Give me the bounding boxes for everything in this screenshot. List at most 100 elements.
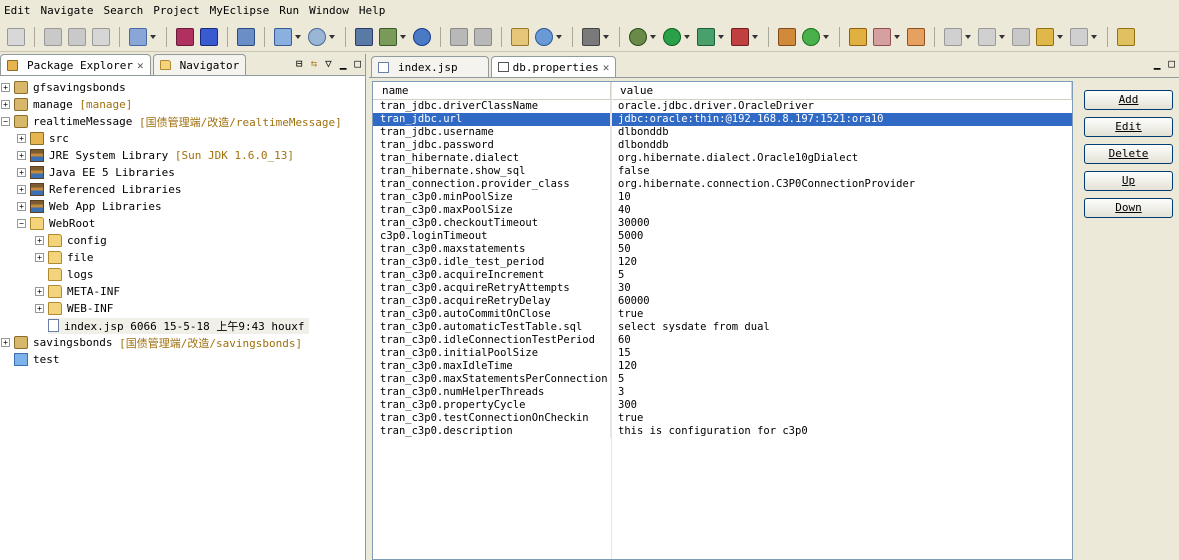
chevron-down-icon[interactable] xyxy=(1057,34,1063,39)
table-row[interactable]: tran_connection.provider_class org.hibern… xyxy=(373,178,1072,191)
table-row[interactable]: tran_c3p0.idle_test_period 120 xyxy=(373,256,1072,269)
expand-icon[interactable]: + xyxy=(35,287,44,296)
menu-search[interactable]: Search xyxy=(99,1,149,21)
add-button[interactable]: Add xyxy=(1084,90,1173,110)
collapse-all-icon[interactable]: ⊟ xyxy=(296,57,303,70)
table-row[interactable]: tran_c3p0.numHelperThreads 3 xyxy=(373,386,1072,399)
expand-icon[interactable]: + xyxy=(35,236,44,245)
expand-icon[interactable]: + xyxy=(17,185,26,194)
tree-item-index-jsp[interactable]: index.jsp 6066 15-5-18 上午9:43 houxf xyxy=(0,317,365,334)
tab-index-jsp[interactable]: index.jsp xyxy=(371,56,489,77)
table-row[interactable]: tran_c3p0.initialPoolSize 15 xyxy=(373,347,1072,360)
tree-item-web-inf[interactable]: + WEB-INF xyxy=(0,300,365,317)
minimize-icon[interactable]: ▁ xyxy=(1154,57,1161,70)
forward-arrow-icon[interactable] xyxy=(1070,27,1088,46)
table-row[interactable]: tran_c3p0.minPoolSize 10 xyxy=(373,191,1072,204)
chevron-down-icon[interactable] xyxy=(400,34,406,39)
chevron-down-icon[interactable] xyxy=(329,34,335,39)
edit-button[interactable]: Edit xyxy=(1084,117,1173,137)
expand-icon[interactable]: + xyxy=(17,168,26,177)
table-row[interactable]: tran_c3p0.maxstatements 50 xyxy=(373,243,1072,256)
back-arrow-icon[interactable] xyxy=(1036,27,1054,46)
properties-table[interactable]: name value tran_jdbc.driverClassName orac… xyxy=(372,81,1073,560)
maximize-icon[interactable]: □ xyxy=(1168,57,1175,70)
table-row[interactable]: tran_c3p0.idleConnectionTestPeriod 60 xyxy=(373,334,1072,347)
tree-item-realtimemessage[interactable]: − realtimeMessage [国债管理端/改造/realtimeMess… xyxy=(0,113,365,130)
close-icon[interactable]: ✕ xyxy=(137,59,144,72)
table-row[interactable]: tran_jdbc.password dlbonddb xyxy=(373,139,1072,152)
class-icon[interactable] xyxy=(200,27,218,46)
tree-item-savingsbonds[interactable]: + savingsbonds [国债管理端/改造/savingsbonds] xyxy=(0,334,365,351)
package-icon[interactable] xyxy=(176,27,194,46)
lightbulb-icon[interactable] xyxy=(907,27,925,46)
maximize-icon[interactable]: □ xyxy=(354,57,361,70)
open-type-icon[interactable] xyxy=(849,27,867,46)
deploy-icon[interactable] xyxy=(237,27,255,46)
pin-icon[interactable] xyxy=(1117,27,1135,46)
tab-package-explorer[interactable]: Package Explorer ✕ xyxy=(0,54,151,75)
chevron-down-icon[interactable] xyxy=(823,34,829,39)
refresh-icon[interactable] xyxy=(474,27,492,46)
link-editor-icon[interactable]: ⇆ xyxy=(311,57,318,70)
chevron-down-icon[interactable] xyxy=(965,34,971,39)
chevron-down-icon[interactable] xyxy=(718,34,724,39)
last-edit-icon[interactable] xyxy=(1012,27,1030,46)
run-external-icon[interactable] xyxy=(697,27,715,46)
expand-icon[interactable]: + xyxy=(1,338,10,347)
chevron-down-icon[interactable] xyxy=(650,34,656,39)
menu-edit[interactable]: Edit xyxy=(0,1,37,21)
debug-icon[interactable] xyxy=(629,27,647,46)
table-icon[interactable] xyxy=(511,27,529,46)
stop-icon[interactable] xyxy=(731,27,749,46)
tree-item-referenced-libraries[interactable]: + Referenced Libraries xyxy=(0,181,365,198)
tree-item-manage[interactable]: + manage [manage] xyxy=(0,96,365,113)
tree-item-meta-inf[interactable]: + META-INF xyxy=(0,283,365,300)
expand-icon[interactable]: + xyxy=(17,151,26,160)
table-row[interactable]: tran_c3p0.acquireRetryAttempts 30 xyxy=(373,282,1072,295)
camera-icon[interactable] xyxy=(582,27,600,46)
table-row[interactable]: tran_hibernate.dialect org.hibernate.dial… xyxy=(373,152,1072,165)
close-icon[interactable]: ✕ xyxy=(603,61,610,74)
menu-help[interactable]: Help xyxy=(355,1,392,21)
chevron-down-icon[interactable] xyxy=(752,34,758,39)
tree-item-gfsavingsbonds[interactable]: + gfsavingsbonds xyxy=(0,79,365,96)
table-row[interactable]: tran_c3p0.acquireIncrement 5 xyxy=(373,269,1072,282)
chevron-down-icon[interactable] xyxy=(556,34,562,39)
chevron-down-icon[interactable] xyxy=(999,34,1005,39)
server-icon[interactable] xyxy=(355,27,373,46)
collapse-icon[interactable]: − xyxy=(17,219,26,228)
chevron-down-icon[interactable] xyxy=(603,34,609,39)
chevron-down-icon[interactable] xyxy=(894,34,900,39)
tree-item-jre[interactable]: + JRE System Library [Sun JDK 1.6.0_13] xyxy=(0,147,365,164)
tree-item-webroot[interactable]: − WebRoot xyxy=(0,215,365,232)
table-row[interactable]: tran_c3p0.autoCommitOnClose true xyxy=(373,308,1072,321)
expand-icon[interactable]: + xyxy=(1,83,10,92)
expand-icon[interactable]: + xyxy=(35,253,44,262)
tree-item-config[interactable]: + config xyxy=(0,232,365,249)
chevron-down-icon[interactable] xyxy=(1091,34,1097,39)
view-menu-icon[interactable]: ▽ xyxy=(325,57,332,70)
table-row[interactable]: tran_hibernate.show_sql false xyxy=(373,165,1072,178)
expand-icon[interactable]: + xyxy=(17,202,26,211)
next-annotation-icon[interactable] xyxy=(944,27,962,46)
tree-item-src[interactable]: + src xyxy=(0,130,365,147)
table-row[interactable]: tran_c3p0.testConnectionOnCheckin true xyxy=(373,412,1072,425)
menu-project[interactable]: Project xyxy=(149,1,205,21)
print-icon[interactable] xyxy=(92,27,110,46)
minimize-icon[interactable]: ▁ xyxy=(340,57,347,70)
menu-window[interactable]: Window xyxy=(305,1,355,21)
collapse-icon[interactable]: − xyxy=(1,117,10,126)
hammer-icon[interactable] xyxy=(450,27,468,46)
expand-icon[interactable]: + xyxy=(17,134,26,143)
table-row[interactable]: tran_jdbc.url jdbc:oracle:thin:@192.168.8… xyxy=(373,113,1072,126)
menu-run[interactable]: Run xyxy=(275,1,305,21)
table-row[interactable]: tran_c3p0.maxPoolSize 40 xyxy=(373,204,1072,217)
new-class-icon[interactable] xyxy=(802,27,820,46)
tree-item-javaee[interactable]: + Java EE 5 Libraries xyxy=(0,164,365,181)
up-button[interactable]: Up xyxy=(1084,171,1173,191)
table-row[interactable]: tran_jdbc.driverClassName oracle.jdbc.dri… xyxy=(373,100,1072,113)
run-icon[interactable] xyxy=(663,27,681,46)
expand-icon[interactable]: + xyxy=(1,100,10,109)
table-row[interactable]: tran_c3p0.propertyCycle 300 xyxy=(373,399,1072,412)
tree-item-test[interactable]: test xyxy=(0,351,365,368)
